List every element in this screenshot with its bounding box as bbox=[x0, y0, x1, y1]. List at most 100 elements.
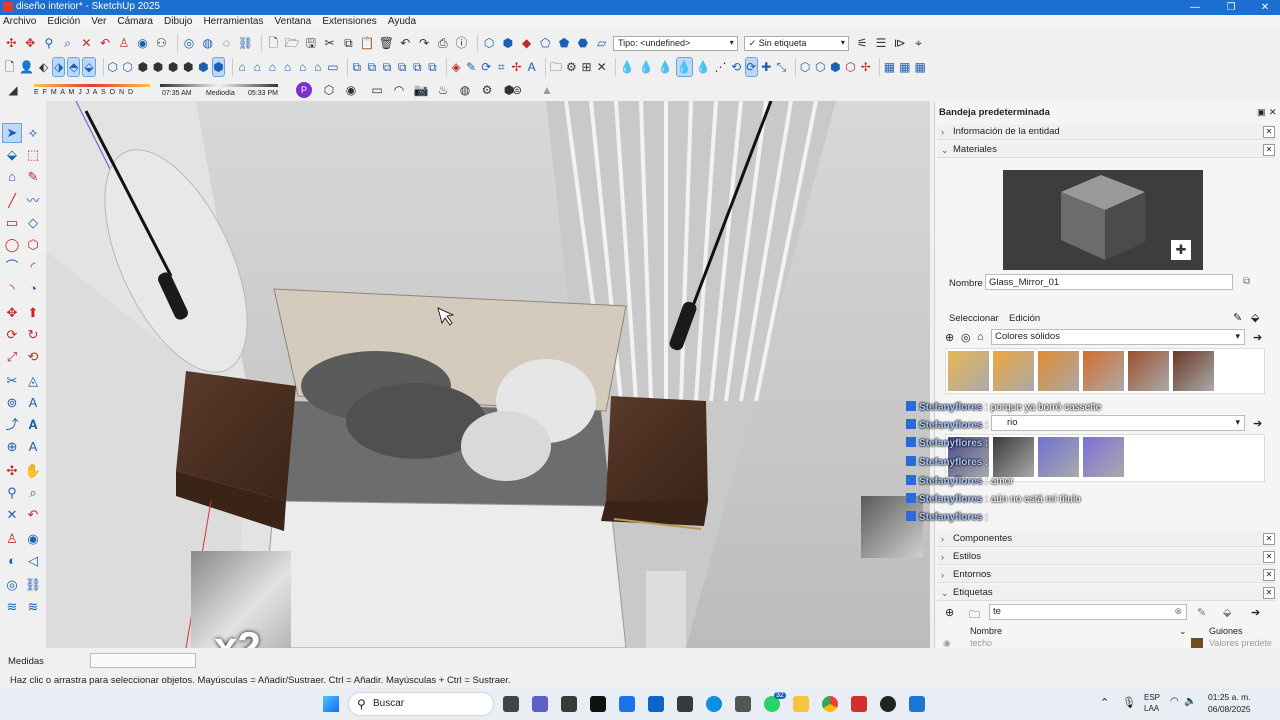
terrain-icon-1[interactable]: ▦ bbox=[884, 58, 895, 76]
explorer-icon[interactable] bbox=[677, 696, 693, 712]
section-cut-icon[interactable]: ◌ bbox=[219, 34, 234, 52]
camera-position-icon[interactable]: ♙ bbox=[3, 530, 21, 548]
car-icon[interactable]: ⊜ bbox=[508, 81, 526, 99]
previous-view-icon[interactable]: ↶ bbox=[98, 34, 113, 52]
monochrome-icon[interactable]: ⬢ bbox=[198, 58, 209, 76]
add-icon[interactable]: ✚ bbox=[761, 58, 772, 76]
obs-icon[interactable] bbox=[880, 696, 896, 712]
hidden-line-icon[interactable]: ⬢ bbox=[152, 58, 163, 76]
undo-icon[interactable]: ↶ bbox=[398, 34, 413, 52]
close-icon[interactable]: ✕ bbox=[1263, 551, 1275, 563]
circle-icon[interactable]: ◯ bbox=[3, 236, 21, 254]
menu-herramientas[interactable]: Herramientas bbox=[200, 15, 266, 27]
photo-viewer-icon[interactable] bbox=[909, 696, 925, 712]
previous-tool-icon[interactable]: ↶ bbox=[24, 506, 42, 524]
hex-icon-5[interactable]: ✢ bbox=[860, 58, 871, 76]
rotated-rect-icon[interactable]: ◇ bbox=[24, 214, 42, 232]
drop-icon-5[interactable]: 💧 bbox=[696, 58, 711, 76]
shaded-texture-icon[interactable]: ⬢ bbox=[183, 58, 194, 76]
color-swatch-5[interactable] bbox=[1128, 351, 1169, 391]
record-icon[interactable]: ◉ bbox=[342, 81, 360, 99]
orbit-tool-icon[interactable]: ✣ bbox=[3, 462, 21, 480]
folder-icon[interactable] bbox=[793, 696, 809, 712]
select-arrow-icon[interactable]: ➤ bbox=[2, 123, 22, 143]
tape-measure-icon[interactable]: ✂ bbox=[3, 372, 21, 390]
material-swatch-2[interactable] bbox=[993, 437, 1034, 477]
tab-select[interactable]: Seleccionar bbox=[949, 313, 999, 324]
layers-icon[interactable]: ≋ bbox=[3, 598, 21, 616]
section-tool-icon[interactable]: ⊕ bbox=[3, 438, 21, 456]
house-front-icon[interactable]: ⌂ bbox=[267, 58, 278, 76]
sphere-icon[interactable]: ◍ bbox=[456, 81, 474, 99]
chevron-up-icon[interactable]: ⌃ bbox=[1100, 696, 1109, 709]
house-iso-icon[interactable]: ⌂ bbox=[237, 58, 248, 76]
terrain-icon-3[interactable]: ▦ bbox=[914, 58, 925, 76]
shaded-icon[interactable]: ⬢ bbox=[168, 58, 179, 76]
section-plane-icon[interactable]: ◎ bbox=[182, 34, 197, 52]
house-plan-icon[interactable]: ▭ bbox=[327, 58, 338, 76]
front-view-icon[interactable]: ⬘ bbox=[67, 57, 81, 77]
menu-extensiones[interactable]: Extensiones bbox=[319, 15, 379, 27]
environments-panel[interactable]: › Entornos ✕ bbox=[937, 567, 1275, 583]
house-left-icon[interactable]: ⌂ bbox=[312, 58, 323, 76]
print-icon[interactable]: ⎙ bbox=[435, 34, 450, 52]
pan-icon[interactable]: ✥ bbox=[23, 34, 38, 52]
solid-outer-icon[interactable]: ⬣ bbox=[576, 34, 591, 52]
axes-icon[interactable]: ⤴ bbox=[3, 416, 21, 434]
duplicate-material-icon[interactable]: ⧉ bbox=[1243, 276, 1250, 287]
cut-icon[interactable]: ✂ bbox=[322, 34, 337, 52]
lamp-icon[interactable]: ♨ bbox=[434, 81, 452, 99]
tag-details-icon[interactable]: ➔ bbox=[1251, 606, 1260, 619]
close-icon[interactable]: ✕ bbox=[1263, 126, 1275, 138]
back-edges-icon[interactable]: ⬡ bbox=[122, 58, 133, 76]
dome-icon[interactable]: ◠ bbox=[390, 81, 408, 99]
menu-ver[interactable]: Ver bbox=[88, 15, 109, 27]
drop-icon-1[interactable]: 💧 bbox=[620, 58, 635, 76]
top-view-icon[interactable]: ⬗ bbox=[52, 57, 66, 77]
lasso-active-icon[interactable]: ⟳ bbox=[744, 57, 758, 77]
maximize-button[interactable]: ❐ bbox=[1214, 0, 1248, 15]
look-around-icon[interactable]: ◉ bbox=[135, 34, 150, 52]
folder-icon[interactable]: 🗀 bbox=[550, 58, 562, 76]
layout-icon-1[interactable]: ⧉ bbox=[351, 58, 362, 76]
dimension-icon[interactable]: ⊚ bbox=[3, 394, 21, 412]
forward-icon[interactable]: ◎ bbox=[961, 331, 971, 344]
erase-icon[interactable]: 🗑 bbox=[379, 34, 394, 52]
close-icon[interactable]: ✕ bbox=[1263, 569, 1275, 581]
drop-icon-2[interactable]: 💧 bbox=[639, 58, 654, 76]
teams-icon[interactable] bbox=[532, 696, 548, 712]
orbit-icon[interactable]: ✣ bbox=[4, 34, 19, 52]
tag-tool-icon[interactable]: ⚟ bbox=[855, 34, 870, 52]
follow-me-icon[interactable]: ↻ bbox=[24, 326, 42, 344]
zoom-tool-icon[interactable]: ⚲ bbox=[3, 484, 21, 502]
iso-view-icon[interactable]: ⬖ bbox=[38, 58, 49, 76]
zoom-window-icon[interactable]: ⌕ bbox=[60, 34, 75, 52]
open-file-icon[interactable]: 🗁 bbox=[285, 34, 300, 52]
edge-icon[interactable] bbox=[706, 696, 722, 712]
copy-icon[interactable]: ⧉ bbox=[341, 34, 356, 52]
shadow-time-slider[interactable]: 07:35 AM Mediodía 05:33 PM bbox=[160, 82, 280, 98]
material-swatch-4[interactable] bbox=[1083, 437, 1124, 477]
eraser-icon[interactable]: ⬚ bbox=[24, 146, 42, 164]
wifi-icon[interactable]: ◠ bbox=[1170, 696, 1179, 707]
close-icon[interactable]: ✕ bbox=[1263, 144, 1275, 156]
layout-icon-3[interactable]: ⧉ bbox=[381, 58, 392, 76]
box-icon[interactable]: ⬡ bbox=[320, 81, 338, 99]
color-swatch-3[interactable] bbox=[1038, 351, 1079, 391]
clear-search-icon[interactable]: ⊗ bbox=[1174, 606, 1182, 617]
solid-intersect-icon[interactable]: ⬠ bbox=[538, 34, 553, 52]
smoove-icon[interactable]: ✎ bbox=[466, 58, 477, 76]
tab-edit[interactable]: Edición bbox=[1009, 313, 1040, 324]
look-around-tool-icon[interactable]: ◉ bbox=[24, 530, 42, 548]
measures-field[interactable] bbox=[90, 653, 196, 668]
type-select[interactable]: Tipo: <undefined> ▾ bbox=[613, 35, 738, 51]
section-display-icon[interactable]: ◍ bbox=[200, 34, 215, 52]
menu-camara[interactable]: Cámara bbox=[114, 15, 156, 27]
camera-icon[interactable]: 📷 bbox=[412, 81, 430, 99]
components-panel[interactable]: › Componentes ✕ bbox=[937, 531, 1275, 547]
screen-icon[interactable]: ▭ bbox=[368, 81, 386, 99]
model-viewport[interactable]: x2 bbox=[46, 101, 930, 648]
walk-icon[interactable]: ⚇ bbox=[154, 34, 169, 52]
tags-col-dashes[interactable]: Guiones bbox=[1209, 626, 1243, 636]
windows-start-icon[interactable] bbox=[323, 696, 339, 712]
